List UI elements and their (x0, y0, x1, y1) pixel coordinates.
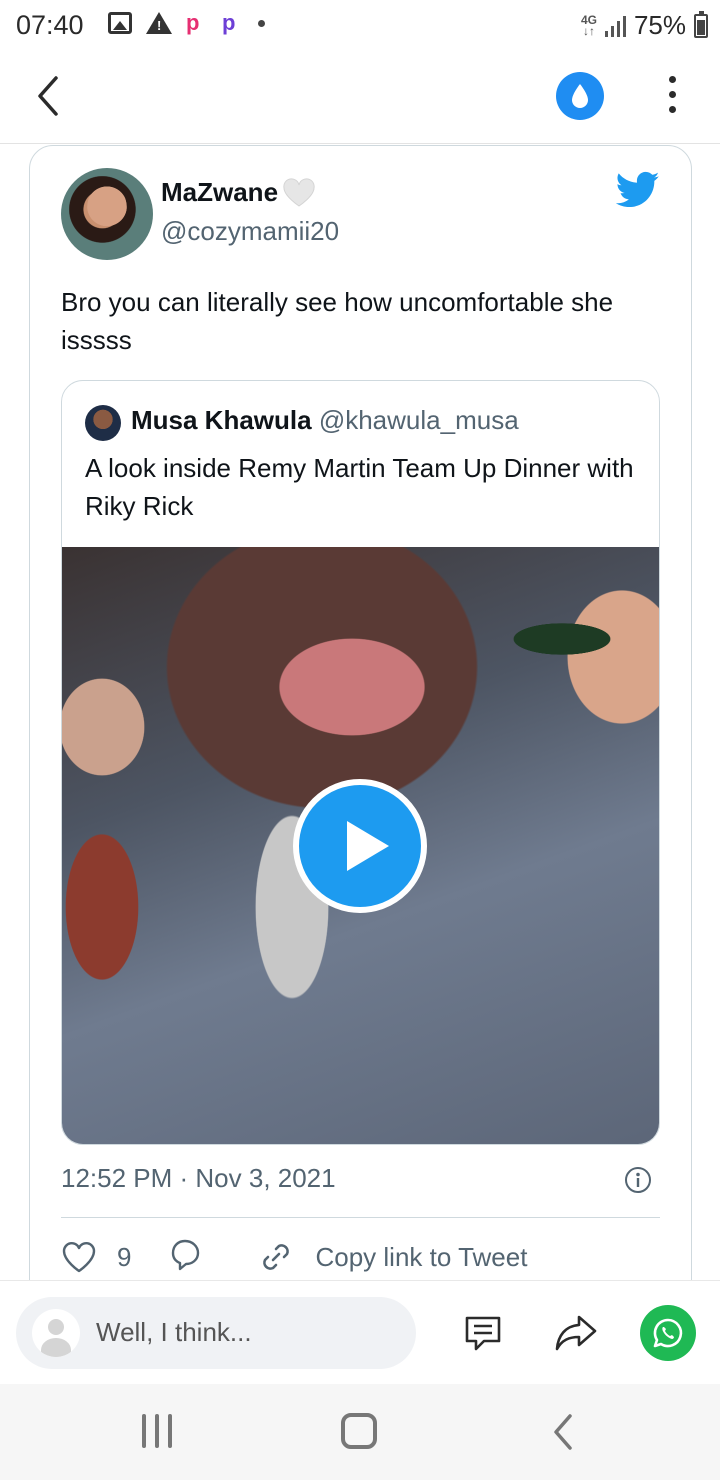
quoted-author-handle: @khawula_musa (318, 405, 519, 435)
recent-apps-icon (142, 1414, 172, 1448)
app-bar (0, 50, 720, 144)
water-drop-icon (572, 84, 588, 108)
author-handle[interactable]: @cozymamii20 (161, 216, 339, 247)
warning-icon: ! (146, 12, 172, 34)
copy-link-label: Copy link to Tweet (315, 1241, 528, 1272)
divider (61, 1217, 660, 1218)
video-thumbnail[interactable] (62, 547, 659, 1144)
play-button[interactable] (293, 779, 427, 913)
status-bar: 07:40 ! p p 4G ↓↑ 75% (0, 0, 720, 50)
share-icon[interactable] (553, 1311, 599, 1355)
twitter-bird-icon[interactable] (616, 170, 660, 210)
comment-bubble-icon (172, 1239, 200, 1270)
more-vertical-icon (660, 76, 684, 113)
comment-placeholder: Well, I think... (96, 1317, 252, 1347)
whatsapp-icon (653, 1318, 683, 1348)
like-count: 9 (117, 1241, 132, 1272)
link-icon (263, 1244, 290, 1270)
author-name-row[interactable]: MaZwane (161, 177, 316, 208)
quoted-tweet[interactable]: Musa Khawula @khawula_musa A look inside… (61, 380, 660, 1145)
info-icon[interactable] (624, 1166, 652, 1194)
tweet-timestamp[interactable]: 12:52 PM · Nov 3, 2021 (61, 1163, 336, 1194)
quoted-author-name: Musa Khawula (131, 405, 312, 435)
network-icon: 4G ↓↑ (580, 12, 597, 38)
quoted-author-avatar (85, 405, 121, 441)
status-right: 4G ↓↑ 75% (581, 10, 708, 41)
app-p-icon: p (186, 10, 200, 35)
tweet-actions: 9 Copy link to Tweet (61, 1237, 527, 1277)
author-avatar[interactable] (61, 168, 153, 260)
comment-bar: Well, I think... (0, 1280, 720, 1384)
battery-percent: 75% (633, 10, 686, 40)
reply-button[interactable] (167, 1236, 203, 1279)
quoted-tweet-text: A look inside Remy Martin Team Up Dinner… (85, 453, 634, 521)
author-name: MaZwane (161, 177, 279, 207)
like-button[interactable]: 9 (61, 1240, 131, 1274)
gallery-icon (108, 12, 132, 34)
copy-link-button[interactable]: Copy link to Tweet (257, 1238, 527, 1276)
tweet-card: MaZwane @cozymamii20 Bro you can literal… (29, 145, 692, 1345)
back-button[interactable] (30, 74, 70, 118)
nav-back-icon[interactable] (548, 1412, 578, 1452)
drop-button[interactable] (556, 72, 604, 120)
home-button[interactable] (341, 1413, 377, 1449)
comments-icon[interactable] (462, 1313, 504, 1353)
quoted-author-row: Musa Khawula @khawula_musa (131, 405, 519, 436)
white-heart-icon (283, 177, 315, 207)
notification-icons: ! p p (108, 12, 265, 34)
status-time: 07:40 (16, 10, 84, 40)
play-icon (347, 821, 389, 871)
more-notifications-dot-icon (258, 19, 265, 27)
chevron-left-icon (38, 76, 58, 116)
app-p-icon: p (222, 10, 236, 35)
signal-icon (604, 15, 626, 37)
whatsapp-share-button[interactable] (640, 1305, 696, 1361)
recent-apps-button[interactable] (142, 1414, 172, 1448)
system-nav-bar (0, 1384, 720, 1480)
comment-input[interactable]: Well, I think... (16, 1297, 416, 1369)
more-options-button[interactable] (660, 76, 684, 120)
user-avatar-icon (32, 1309, 80, 1357)
battery-icon (694, 10, 708, 38)
tweet-text: Bro you can literally see how uncomforta… (61, 287, 614, 355)
heart-icon (62, 1242, 96, 1273)
